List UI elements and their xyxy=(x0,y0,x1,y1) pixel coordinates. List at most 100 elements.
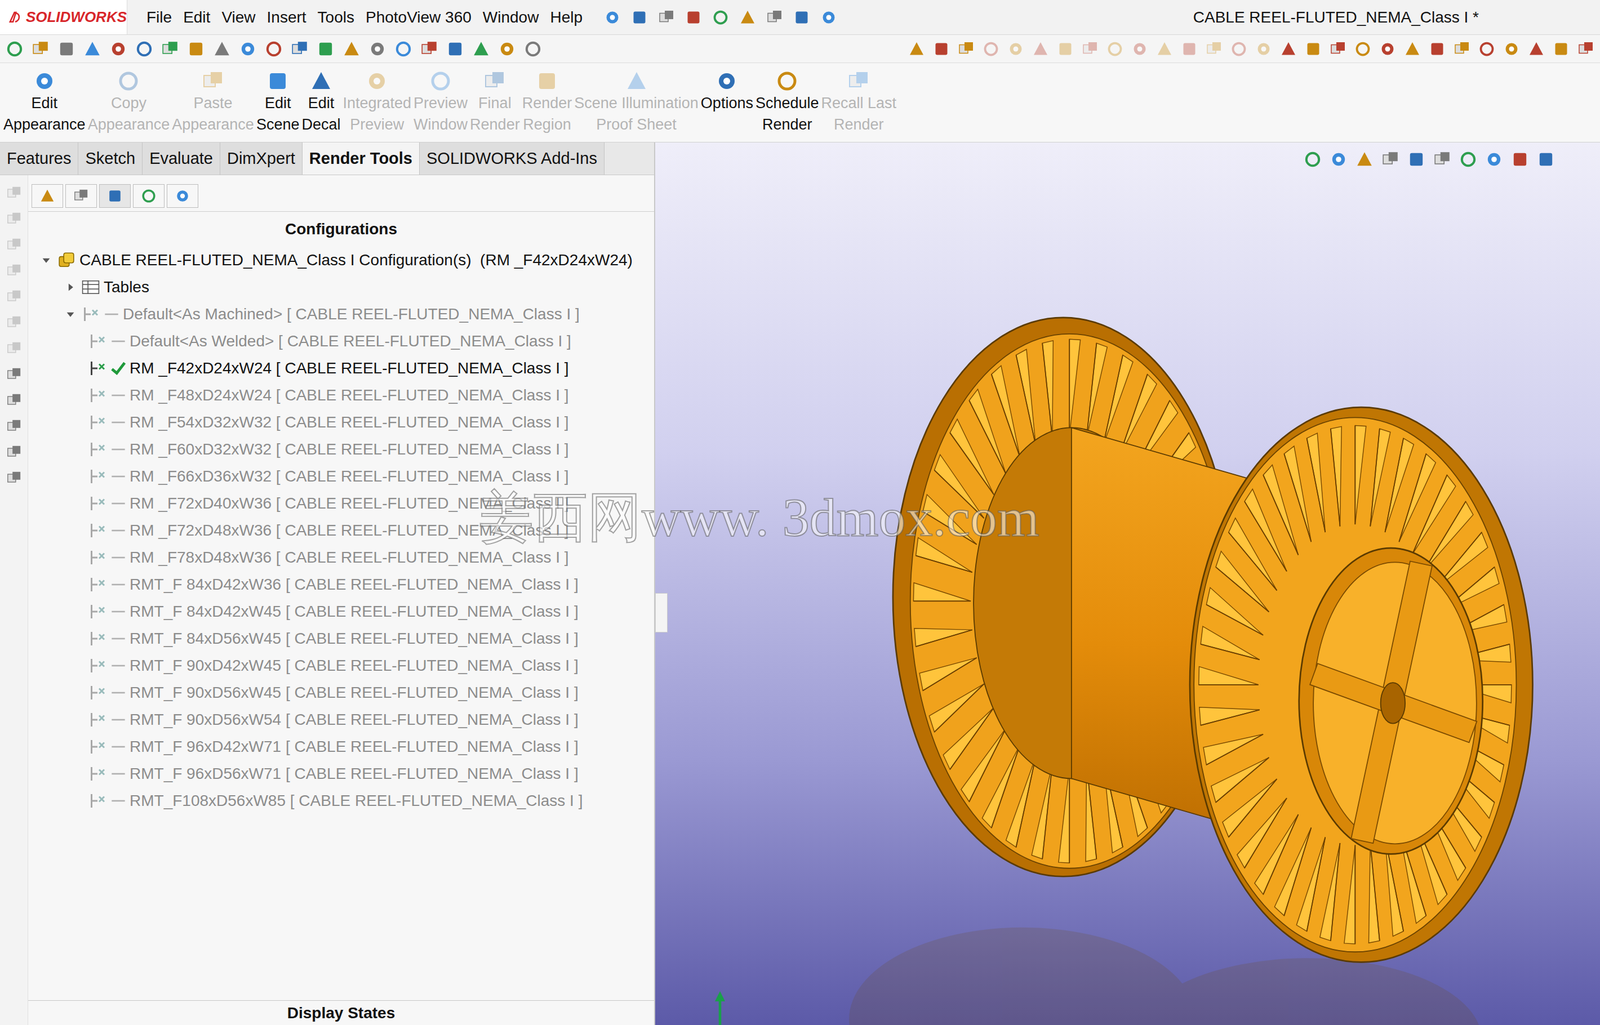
tool-icon[interactable] xyxy=(820,9,838,26)
view-icon[interactable] xyxy=(1329,150,1348,169)
command-icon[interactable] xyxy=(365,69,389,93)
command-icon[interactable] xyxy=(775,69,799,93)
tool-icon[interactable] xyxy=(368,40,387,59)
command-icon[interactable] xyxy=(117,69,140,93)
manager-tab[interactable] xyxy=(65,184,97,208)
tool-icon[interactable] xyxy=(1131,40,1149,58)
task-icon[interactable] xyxy=(6,289,22,305)
tool-icon[interactable] xyxy=(1403,40,1421,58)
tool-icon[interactable] xyxy=(1304,40,1322,58)
tree-row[interactable]: RM _F72xD48xW36 [ CABLE REEL-FLUTED_NEMA… xyxy=(28,517,655,545)
view-icon[interactable] xyxy=(1459,150,1478,169)
command-button[interactable]: EditScene xyxy=(255,63,301,136)
command-button[interactable]: FinalRender xyxy=(468,63,522,136)
tool-icon[interactable] xyxy=(1503,40,1520,58)
command-button[interactable]: CopyAppearance xyxy=(86,63,172,136)
manager-tab[interactable] xyxy=(99,184,131,208)
tool-icon[interactable] xyxy=(1056,40,1074,58)
command-icon[interactable] xyxy=(483,69,506,93)
command-button[interactable]: Recall LastRender xyxy=(820,63,899,136)
command-button[interactable]: Scene IlluminationProof Sheet xyxy=(572,63,700,136)
tree-row[interactable]: RM _F60xD32xW32 [ CABLE REEL-FLUTED_NEMA… xyxy=(28,436,655,464)
tool-icon[interactable] xyxy=(982,40,1000,58)
collapse-icon[interactable] xyxy=(41,255,51,265)
tree-row[interactable]: RMT_F 96xD42xW71 [ CABLE REEL-FLUTED_NEM… xyxy=(28,733,655,761)
command-button[interactable]: EditDecal xyxy=(300,63,342,136)
tool-icon[interactable] xyxy=(498,40,517,59)
manager-tab[interactable] xyxy=(166,184,199,208)
task-icon[interactable] xyxy=(6,211,22,228)
view-icon[interactable] xyxy=(1355,150,1374,169)
menu-item[interactable]: Edit xyxy=(178,8,215,27)
task-icon[interactable] xyxy=(6,340,22,357)
tool-icon[interactable] xyxy=(1106,40,1124,58)
expand-icon[interactable] xyxy=(65,282,75,292)
tree-row[interactable]: RMT_F 96xD56xW71 [ CABLE REEL-FLUTED_NEM… xyxy=(28,760,655,788)
tool-icon[interactable] xyxy=(316,40,335,59)
view-icon[interactable] xyxy=(1536,150,1555,169)
command-icon[interactable] xyxy=(266,69,290,93)
tree-row[interactable]: RMT_F 84xD56xW45 [ CABLE REEL-FLUTED_NEM… xyxy=(28,625,655,653)
graphics-viewport[interactable] xyxy=(655,142,1600,1025)
command-button[interactable]: EditAppearance xyxy=(2,63,87,136)
tool-icon[interactable] xyxy=(1205,40,1223,58)
view-icon[interactable] xyxy=(1485,150,1504,169)
tree-root[interactable]: CABLE REEL-FLUTED_NEMA_Class I Configura… xyxy=(28,246,655,274)
solidworks-logo[interactable]: SOLIDWORKS xyxy=(0,0,128,35)
tool-icon[interactable] xyxy=(1156,40,1173,58)
view-icon[interactable] xyxy=(1407,150,1426,169)
tool-icon[interactable] xyxy=(658,9,675,26)
panel-splitter[interactable] xyxy=(655,593,668,633)
tree-row[interactable]: Tables xyxy=(28,273,655,301)
tree-row[interactable]: RMT_F 84xD42xW45 [ CABLE REEL-FLUTED_NEM… xyxy=(28,598,655,626)
tool-icon[interactable] xyxy=(1453,40,1471,58)
tool-icon[interactable] xyxy=(472,40,491,59)
manager-tab-icon[interactable] xyxy=(140,188,157,204)
task-icon[interactable] xyxy=(6,470,22,487)
command-tab[interactable]: Sketch xyxy=(78,142,143,175)
cable-reel-model[interactable] xyxy=(655,142,1600,1025)
tree-row[interactable]: RM _F54xD32xW32 [ CABLE REEL-FLUTED_NEMA… xyxy=(28,409,655,437)
menu-item[interactable]: View xyxy=(216,8,260,27)
task-icon[interactable] xyxy=(6,263,22,279)
tool-icon[interactable] xyxy=(1329,40,1347,58)
tool-icon[interactable] xyxy=(739,9,757,26)
command-button[interactable]: Options xyxy=(699,63,755,136)
manager-tab-icon[interactable] xyxy=(39,188,56,204)
tree-row[interactable]: RM _F66xD36xW32 [ CABLE REEL-FLUTED_NEMA… xyxy=(28,463,655,491)
command-icon[interactable] xyxy=(33,69,56,93)
tool-icon[interactable] xyxy=(685,9,702,26)
view-icon[interactable] xyxy=(1303,150,1322,169)
tree-row[interactable]: Default<As Machined> [ CABLE REEL-FLUTED… xyxy=(28,300,655,328)
command-button[interactable]: ScheduleRender xyxy=(754,63,821,136)
menu-item[interactable]: Window xyxy=(478,8,544,27)
tool-icon[interactable] xyxy=(264,40,283,59)
tool-icon[interactable] xyxy=(1428,40,1446,58)
task-icon[interactable] xyxy=(6,237,22,253)
tree-row[interactable]: RM _F48xD24xW24 [ CABLE REEL-FLUTED_NEMA… xyxy=(28,381,655,410)
tool-icon[interactable] xyxy=(420,40,439,59)
menu-item[interactable]: Tools xyxy=(313,8,359,27)
tree-row[interactable]: RMT_F 90xD56xW45 [ CABLE REEL-FLUTED_NEM… xyxy=(28,679,655,707)
menu-item[interactable]: File xyxy=(141,8,177,27)
tool-icon[interactable] xyxy=(1230,40,1248,58)
manager-tab-icon[interactable] xyxy=(73,188,90,204)
tool-icon[interactable] xyxy=(1379,40,1397,58)
view-icon[interactable] xyxy=(1433,150,1452,169)
tool-icon[interactable] xyxy=(109,40,128,59)
tool-icon[interactable] xyxy=(1255,40,1273,58)
tool-icon[interactable] xyxy=(5,40,24,59)
command-tab[interactable]: Render Tools xyxy=(302,142,420,175)
command-tab[interactable]: SOLIDWORKS Add-Ins xyxy=(419,142,605,175)
menu-item[interactable]: PhotoView 360 xyxy=(361,8,477,27)
tool-icon[interactable] xyxy=(57,40,76,59)
tool-icon[interactable] xyxy=(712,9,730,26)
tool-icon[interactable] xyxy=(135,40,154,59)
command-icon[interactable] xyxy=(715,69,739,93)
tree-row[interactable]: RMT_F 90xD42xW45 [ CABLE REEL-FLUTED_NEM… xyxy=(28,652,655,680)
tool-icon[interactable] xyxy=(603,9,621,26)
manager-tab[interactable] xyxy=(31,184,64,208)
tool-icon[interactable] xyxy=(238,40,257,59)
tool-icon[interactable] xyxy=(957,40,975,58)
command-icon[interactable] xyxy=(535,69,559,93)
